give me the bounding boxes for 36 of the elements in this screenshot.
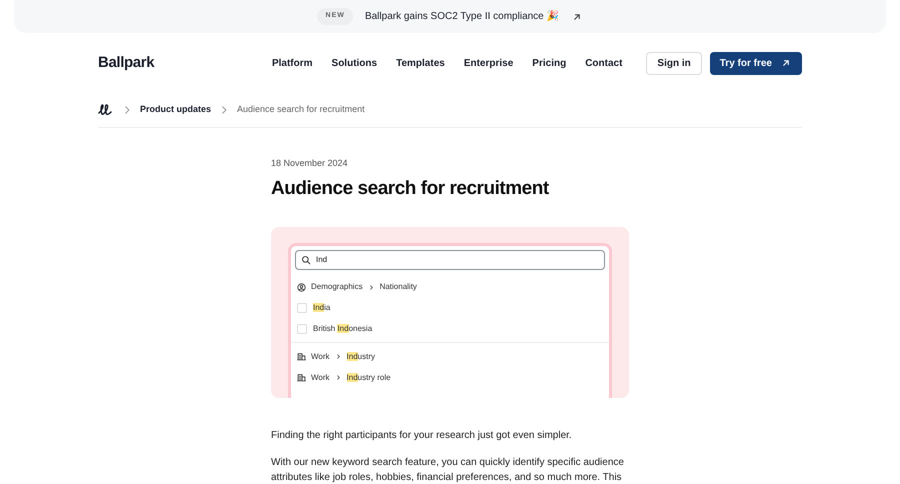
- nav-link[interactable]: Pricing: [532, 56, 566, 70]
- checkbox[interactable]: [297, 324, 307, 334]
- try-for-free-button[interactable]: Try for free: [710, 52, 802, 74]
- logo[interactable]: Ballpark: [98, 52, 218, 74]
- nav-link[interactable]: Templates: [396, 56, 445, 70]
- nav-link[interactable]: Solutions: [332, 56, 378, 70]
- announcement-link[interactable]: Ballpark gains SOC2 Type II compliance 🎉: [364, 9, 559, 24]
- checkbox[interactable]: [297, 302, 307, 312]
- search-field[interactable]: Ind: [295, 250, 605, 270]
- result-text: India: [313, 302, 330, 314]
- result-text: Work: [311, 350, 330, 362]
- building-icon: [297, 352, 306, 361]
- result-text: Industry: [346, 350, 375, 362]
- breadcrumb-link[interactable]: Audience search for recruitment: [237, 103, 365, 117]
- building-icon: [297, 373, 306, 382]
- search-icon: [301, 255, 311, 265]
- nav-link[interactable]: Platform: [272, 56, 313, 70]
- result-text: Nationality: [380, 281, 417, 293]
- result-text: Demographics: [311, 281, 363, 293]
- article-date: 18 November 2024: [271, 157, 349, 170]
- sign-in-button[interactable]: Sign in: [646, 52, 702, 74]
- paragraph: Finding the right participants for your research just got even simpler.: [271, 429, 573, 443]
- paragraph: With our new keyword search feature, you can quickly identify specific audience attributes like job roles, hobbies, financial preferences, and so much more. This: [271, 456, 625, 484]
- result-text: Work: [311, 372, 330, 384]
- nav-link[interactable]: Enterprise: [464, 56, 514, 70]
- breadcrumb-link[interactable]: Product updates: [140, 103, 212, 117]
- article-title: Audience search for recruitment: [271, 176, 550, 200]
- result-text: Industry role: [346, 372, 391, 384]
- chevron-icon: [334, 374, 342, 381]
- chevron-icon: [368, 284, 375, 290]
- chevron-icon: [334, 353, 342, 360]
- arrow-icon: [780, 57, 792, 69]
- logo-mark-icon: [98, 102, 114, 118]
- result-text: British Indonesia: [313, 322, 372, 334]
- person-icon: [297, 282, 306, 292]
- nav-link[interactable]: Contact: [585, 56, 622, 70]
